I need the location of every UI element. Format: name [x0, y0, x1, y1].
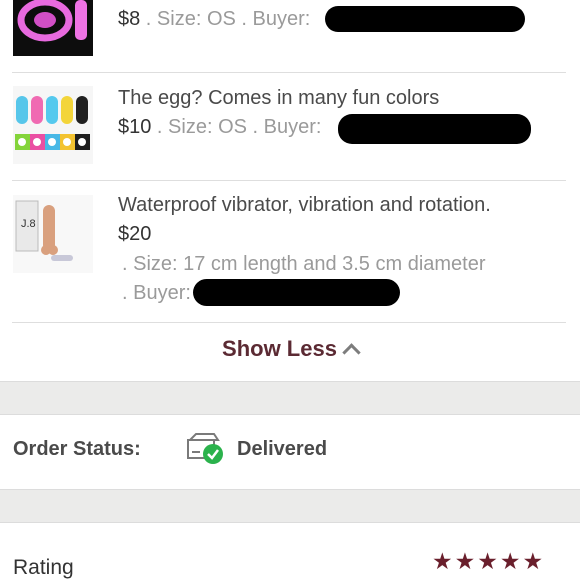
redacted-buyer	[325, 6, 525, 32]
item-size: . Size: 17 cm length and 3.5 cm diameter	[122, 253, 486, 275]
redacted-buyer	[193, 279, 400, 306]
item-title[interactable]: The egg? Comes in many fun colors	[118, 87, 439, 110]
rating-stars: ★★★★★	[432, 548, 546, 574]
item-price-line: $20	[118, 223, 151, 246]
item-price-line: $10 . Size: OS . Buyer:	[118, 116, 321, 139]
divider	[12, 72, 566, 73]
item-buyer-line: . Buyer:	[122, 282, 191, 305]
item-meta: . Size: OS . Buyer:	[140, 8, 311, 30]
item-thumbnail[interactable]	[13, 0, 93, 56]
show-less-button[interactable]: Show Less	[0, 336, 580, 362]
item-price-line: $8 . Size: OS . Buyer:	[118, 8, 310, 31]
order-status-label: Order Status:	[13, 438, 141, 460]
show-less-label: Show Less	[222, 336, 337, 361]
item-thumbnail[interactable]: J.8	[13, 195, 93, 273]
svg-text:J.8: J.8	[21, 218, 36, 230]
item-meta: . Size: OS . Buyer:	[151, 116, 322, 138]
item-size-line: . Size: 17 cm length and 3.5 cm diameter	[122, 253, 486, 276]
order-status-value: Delivered	[237, 438, 328, 460]
box-delivered-check-icon	[186, 431, 226, 467]
chevron-up-icon	[342, 343, 361, 362]
item-price: $10	[118, 116, 152, 138]
item-title[interactable]: Waterproof vibrator, vibration and rotat…	[118, 194, 491, 217]
item-price: $8	[118, 8, 141, 30]
vibrator-box-image: J.8	[13, 195, 93, 273]
colorful-eggs-image	[13, 86, 93, 164]
item-thumbnail[interactable]	[13, 86, 93, 164]
section-separator	[0, 381, 580, 415]
redacted-buyer	[338, 114, 531, 144]
pink-ring-vibrator-image	[13, 0, 93, 56]
item-buyer: . Buyer:	[122, 282, 191, 304]
divider	[12, 180, 566, 181]
section-separator	[0, 489, 580, 523]
divider	[12, 322, 566, 323]
item-price: $20	[118, 223, 152, 245]
rating-label: Rating	[13, 556, 74, 579]
